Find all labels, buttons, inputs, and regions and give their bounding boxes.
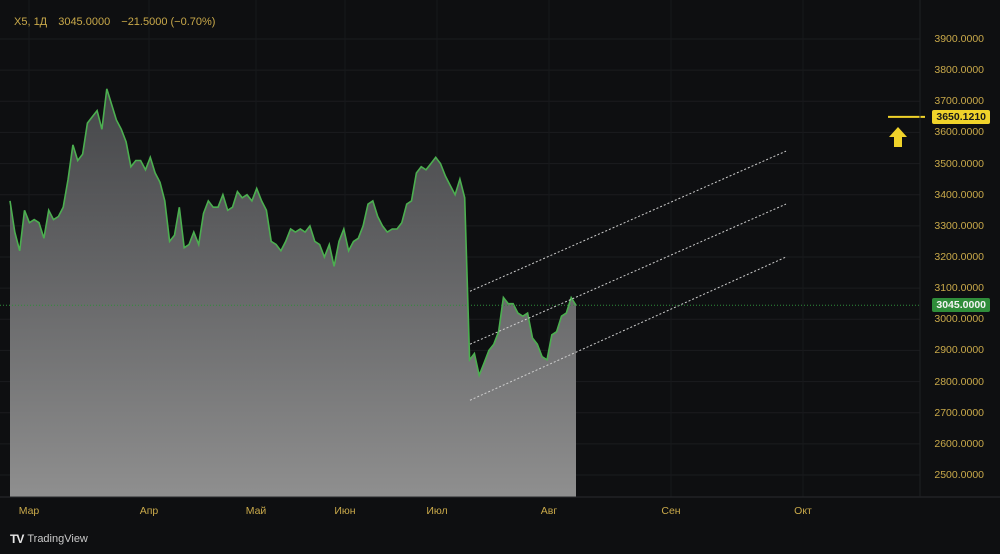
- chart-frame: X5, 1Д 3045.0000 −21.5000 (−0.70%) 3900.…: [0, 0, 1000, 554]
- y-tick-label: 3900.0000: [934, 33, 984, 45]
- y-tick-label: 3000.0000: [934, 313, 984, 326]
- target-price-tag: 3650.1210: [932, 109, 990, 124]
- y-tick-label: 2800.0000: [934, 375, 984, 388]
- x-tick-label: Сен: [661, 505, 681, 517]
- ticker-symbol[interactable]: X5, 1Д: [14, 16, 47, 28]
- y-tick-label: 2900.0000: [934, 344, 984, 357]
- x-tick-label: Май: [245, 505, 267, 517]
- price-area: [10, 88, 576, 498]
- x-tick-label: Авг: [540, 505, 558, 517]
- x-tick-label: Июн: [334, 505, 356, 517]
- y-tick-label: 3200.0000: [934, 251, 984, 263]
- y-tick-label: 3700.0000: [934, 95, 984, 108]
- y-tick-label: 2500.0000: [934, 469, 984, 481]
- y-tick-label: 2700.0000: [934, 406, 984, 419]
- last-price: 3045.0000: [58, 16, 111, 28]
- y-tick-label: 3400.0000: [934, 188, 984, 201]
- price-change: −21.5000 (−0.70%): [121, 16, 216, 28]
- x-tick-label: Мар: [18, 505, 40, 517]
- y-tick-label: 2600.0000: [934, 437, 984, 450]
- y-tick-label: 3300.0000: [934, 219, 984, 232]
- y-tick-label: 3100.0000: [934, 282, 984, 295]
- brand-watermark: TV TradingView: [10, 532, 88, 546]
- x-tick-label: Июл: [426, 505, 448, 517]
- y-tick-label: 3600.0000: [934, 126, 984, 139]
- tradingview-logo-icon: TV: [10, 532, 24, 546]
- y-tick-label: 3800.0000: [934, 64, 984, 77]
- x-tick-label: Апр: [139, 505, 159, 517]
- up-arrow-icon: [889, 127, 907, 147]
- current-price-tag: 3045.0000: [932, 298, 990, 313]
- brand-name: TradingView: [27, 533, 88, 545]
- channel-upper-line[interactable]: [469, 150, 787, 292]
- x-tick-label: Окт: [794, 505, 812, 517]
- price-chart[interactable]: [0, 0, 1000, 554]
- ticker-header: X5, 1Д 3045.0000 −21.5000 (−0.70%): [14, 16, 215, 28]
- y-tick-label: 3500.0000: [934, 157, 984, 170]
